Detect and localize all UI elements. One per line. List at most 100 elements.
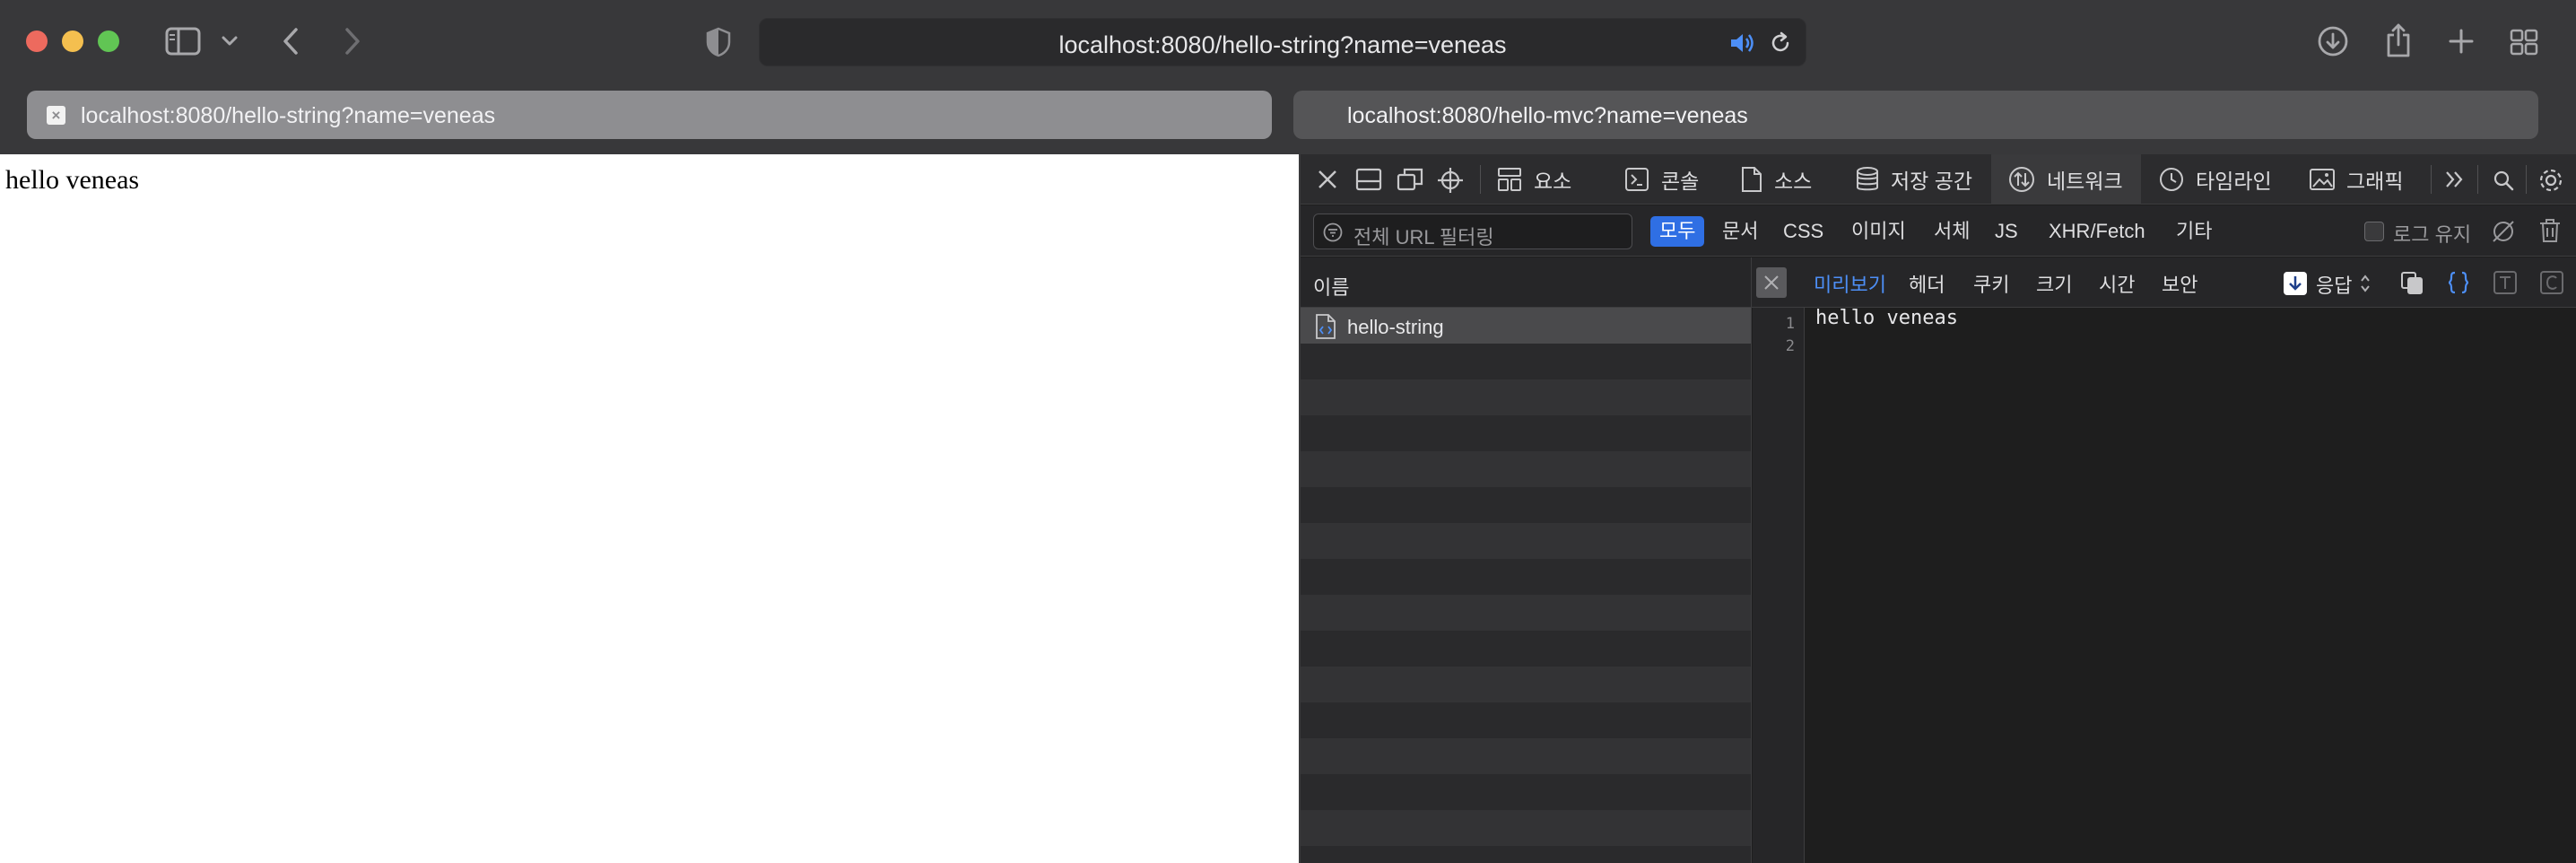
network-filter-bar: 전체 URL 필터링 모두 문서 CSS 이미지 서체 JS XHR/Fetch… <box>1301 205 2576 257</box>
filter-icon <box>1323 222 1343 242</box>
toolbar-divider <box>2477 165 2478 194</box>
sidebar-toggle-icon[interactable] <box>164 25 202 57</box>
tab-label: 그래픽 <box>2346 170 2404 193</box>
tab-hello-mvc[interactable]: localhost:8080/hello-mvc?name=veneas <box>1293 91 2538 139</box>
url-filter-input[interactable]: 전체 URL 필터링 <box>1313 214 1632 249</box>
request-list: hello-string <box>1301 308 1751 863</box>
dock-bottom-icon[interactable] <box>1354 167 1383 192</box>
tab-label: 저장 공간 <box>1891 170 1973 193</box>
table-row <box>1301 559 1751 595</box>
toolbar-divider <box>1480 165 1481 194</box>
tab-label: 네트워크 <box>2047 170 2123 193</box>
toolbar-divider <box>2431 165 2432 194</box>
back-arrow-icon[interactable] <box>278 25 303 57</box>
clear-trash-icon[interactable] <box>2537 217 2563 244</box>
element-picker-crosshair-icon[interactable] <box>1437 167 1464 194</box>
filter-type-image[interactable]: 이미지 <box>1842 216 1915 247</box>
disable-cache-icon[interactable] <box>2490 218 2517 245</box>
table-row <box>1301 487 1751 523</box>
detail-tab-timing[interactable]: 시간 <box>2099 269 2135 298</box>
document-icon <box>1740 166 1763 193</box>
table-row <box>1301 810 1751 846</box>
request-name: hello-string <box>1347 316 1444 338</box>
response-preview-text: hello veneas <box>1815 307 1958 329</box>
chevron-down-icon[interactable] <box>219 31 240 52</box>
toolbar-divider <box>2526 165 2527 194</box>
table-row <box>1301 523 1751 559</box>
filter-type-font[interactable]: 서체 <box>1925 216 1979 247</box>
tab-label: 타임라인 <box>2196 170 2272 193</box>
address-bar[interactable]: localhost:8080/hello-string?name=veneas <box>759 18 1806 66</box>
network-icon <box>2007 165 2036 194</box>
clock-icon <box>2158 166 2185 193</box>
tab-graphics[interactable]: 그래픽 <box>2309 154 2403 205</box>
updown-chevron-icon <box>2359 272 2371 300</box>
copy-icon[interactable] <box>2398 269 2425 296</box>
more-tabs-chevron-icon[interactable] <box>2440 167 2470 192</box>
close-inspector-icon[interactable] <box>1315 167 1340 192</box>
share-icon[interactable] <box>2383 22 2414 59</box>
downloads-icon[interactable] <box>2316 24 2350 58</box>
filter-type-document[interactable]: 문서 <box>1713 216 1767 247</box>
new-tab-plus-icon[interactable] <box>2447 27 2476 56</box>
page-body-text: hello veneas <box>5 165 140 195</box>
table-row <box>1301 344 1751 379</box>
detach-window-icon[interactable] <box>1396 167 1424 192</box>
table-row <box>1301 631 1751 667</box>
close-detail-button[interactable] <box>1756 267 1787 298</box>
tab-storage[interactable]: 저장 공간 <box>1855 154 1972 205</box>
tab-hello-string[interactable]: × localhost:8080/hello-string?name=venea… <box>27 91 1272 139</box>
tab-label: 요소 <box>1534 170 1572 193</box>
tab-title: localhost:8080/hello-string?name=veneas <box>81 103 496 128</box>
pretty-print-braces-icon[interactable] <box>2445 269 2472 296</box>
table-row <box>1301 451 1751 487</box>
tab-sources[interactable]: 소스 <box>1740 154 1812 205</box>
reload-icon[interactable] <box>1768 31 1793 56</box>
zoom-window-button[interactable] <box>98 31 119 52</box>
network-header-row: 이름 미리보기 헤더 쿠키 크기 시간 보안 응답 <box>1301 257 2576 308</box>
response-source-select[interactable]: 응답 <box>2284 270 2413 297</box>
close-window-button[interactable] <box>26 31 48 52</box>
table-row <box>1301 667 1751 702</box>
browser-title-bar: localhost:8080/hello-string?name=veneas <box>0 0 2576 86</box>
tab-overview-icon[interactable] <box>2509 27 2539 57</box>
table-row <box>1301 415 1751 451</box>
web-inspector: 요소 콘솔 소스 저장 공간 네트워크 타임라인 그래픽 전체 URL 필터링 … <box>1299 154 2576 863</box>
url-filter-placeholder: 전체 URL 필터링 <box>1353 226 1494 248</box>
table-row <box>1301 702 1751 738</box>
search-icon[interactable] <box>2490 167 2517 194</box>
tab-elements[interactable]: 요소 <box>1496 154 1571 205</box>
filter-type-js[interactable]: JS <box>1986 216 2027 247</box>
tab-network[interactable]: 네트워크 <box>1991 154 2141 205</box>
detail-tab-cookies[interactable]: 쿠키 <box>1973 269 2009 298</box>
minimize-window-button[interactable] <box>62 31 83 52</box>
detail-tab-security[interactable]: 보안 <box>2162 269 2197 298</box>
preserve-log-checkbox[interactable] <box>2364 222 2384 241</box>
table-row[interactable]: hello-string <box>1301 308 1751 344</box>
filter-type-xhr-fetch[interactable]: XHR/Fetch <box>2040 216 2154 247</box>
tab-console[interactable]: 콘솔 <box>1623 154 1699 205</box>
detail-tab-preview[interactable]: 미리보기 <box>1814 269 1886 298</box>
inspector-toolbar: 요소 콘솔 소스 저장 공간 네트워크 타임라인 그래픽 <box>1301 154 2576 205</box>
document-file-icon <box>1315 314 1336 344</box>
speaker-audio-icon[interactable] <box>1728 31 1755 56</box>
tab-close-icon[interactable]: × <box>47 106 65 125</box>
table-row <box>1301 738 1751 774</box>
filter-type-all[interactable]: 모두 <box>1650 216 1705 247</box>
tab-bar: × localhost:8080/hello-string?name=venea… <box>0 86 2576 154</box>
filter-type-css[interactable]: CSS <box>1774 216 1832 247</box>
tab-timelines[interactable]: 타임라인 <box>2158 154 2272 205</box>
tab-label: 소스 <box>1774 170 1813 193</box>
table-row <box>1301 774 1751 810</box>
filter-type-other[interactable]: 기타 <box>2167 216 2221 247</box>
download-arrow-icon <box>2284 272 2307 295</box>
privacy-shield-icon[interactable] <box>703 26 734 58</box>
forward-arrow-icon[interactable] <box>340 25 365 57</box>
table-row <box>1301 846 1751 863</box>
content-type-icon[interactable] <box>2538 269 2565 296</box>
detail-tab-sizes[interactable]: 크기 <box>2036 269 2072 298</box>
column-header-name[interactable]: 이름 <box>1313 272 1349 301</box>
text-type-icon[interactable] <box>2492 269 2519 296</box>
settings-gear-icon[interactable] <box>2537 166 2565 195</box>
detail-tab-headers[interactable]: 헤더 <box>1909 269 1945 298</box>
